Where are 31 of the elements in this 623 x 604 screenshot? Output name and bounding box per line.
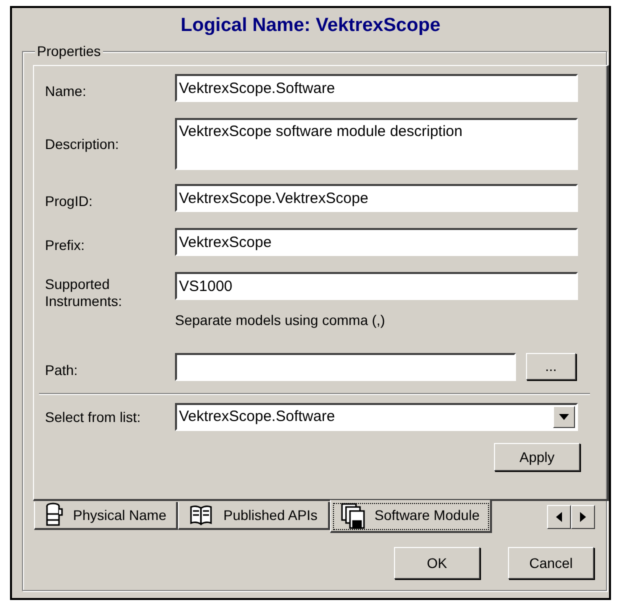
cylinder-icon [45, 502, 63, 528]
scroll-left-button[interactable] [547, 505, 571, 529]
tab[interactable]: Software Module [330, 500, 492, 533]
left-triangle-icon [556, 512, 562, 522]
ok-button[interactable]: OK [394, 547, 480, 579]
open-book-icon [189, 504, 214, 526]
field-label: Supported Instruments: [45, 276, 124, 310]
field-label: Name: [45, 83, 88, 100]
apply-button[interactable]: Apply [494, 443, 580, 471]
tab[interactable]: Physical Name [34, 502, 178, 530]
text-field[interactable]: VS1000 [175, 272, 578, 300]
text-field[interactable]: VektrexScope.VektrexScope [175, 184, 578, 212]
field-label: Path: [45, 362, 79, 379]
window-title: Logical Name: VektrexScope [180, 14, 440, 38]
scroll-right-button[interactable] [571, 505, 595, 529]
stacked-disks-icon [340, 502, 365, 528]
description-field[interactable]: VektrexScope software module description [175, 118, 578, 170]
cancel-button[interactable]: Cancel [508, 547, 594, 579]
text-field[interactable] [175, 353, 516, 381]
field-label: Select from list: [45, 408, 142, 426]
field-label: ProgID: [45, 193, 94, 210]
tab[interactable]: Published APIs [178, 502, 330, 530]
field-label: Prefix: [45, 237, 86, 254]
select-dropdown[interactable]: VektrexScope.Software [175, 403, 578, 431]
right-triangle-icon [580, 512, 586, 522]
text-field[interactable]: VektrexScope.Software [175, 74, 578, 102]
text-field[interactable]: VektrexScope [175, 228, 578, 256]
field-label: Description: [45, 136, 120, 153]
hint-text: Separate models using comma (,) [175, 311, 386, 330]
browse-button[interactable]: ... [526, 353, 576, 380]
group-label: Properties [35, 43, 103, 59]
